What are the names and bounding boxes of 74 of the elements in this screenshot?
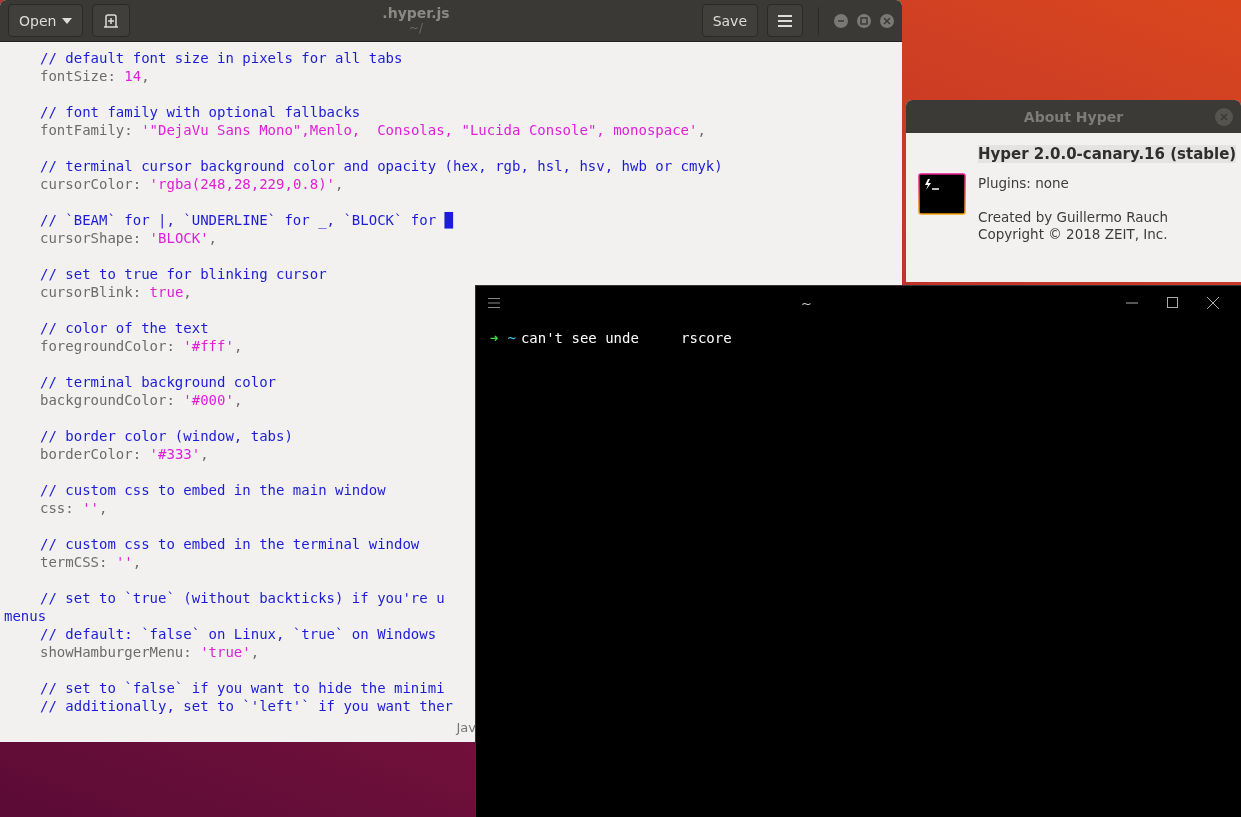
setting-value: '' [82,500,99,516]
setting-key: borderColor: [40,446,142,462]
terminal-app-icon [918,173,966,215]
terminal-command: can't see unde rscore [520,330,732,346]
setting-key: foregroundColor: [40,338,175,354]
code-comment: // set to `true` (without backticks) if you're u [40,590,445,606]
prompt-directory: ~ [507,330,516,346]
menu-button[interactable] [767,4,803,37]
language-label[interactable]: Jav [456,720,476,742]
code-punctuation: , [335,176,344,192]
window-title: .hyper.js [382,5,450,21]
setting-value: '#fff' [183,338,234,354]
code-comment: // font family with optional fallbacks [40,104,361,120]
setting-key: cursorColor: [40,176,142,192]
setting-value: '"DejaVu Sans Mono",Menlo, Consolas, "Lucida Console", monospace' [141,122,698,138]
credit-text: Copyright © 2018 ZEIT, Inc. [978,226,1169,243]
code-comment: // color of the text [40,320,209,336]
code-comment: // custom css to embed in the main window [40,482,386,498]
code-punctuation: , [200,446,209,462]
setting-value: '' [115,554,133,570]
setting-value: true [149,284,184,300]
setting-value: '#333' [149,446,201,462]
setting-key: fontSize: [40,68,116,84]
setting-value: 14 [124,68,142,84]
setting-key: cursorBlink: [40,284,142,300]
setting-value: 'BLOCK' [149,230,209,246]
code-comment: // default font size in pixels for all tabs [40,50,403,66]
code-comment: // `BEAM` for |, `UNDERLINE` for _, `BLOCK` for █ [40,212,453,228]
code-punctuation: , [132,554,142,570]
code-punctuation: , [233,338,243,354]
close-button[interactable] [880,13,894,28]
setting-value: 'true' [200,644,251,660]
code-punctuation: , [208,230,218,246]
code-comment: // border color (window, tabs) [40,428,293,444]
new-document-button[interactable] [92,4,131,37]
setting-key: showHamburgerMenu: [40,644,192,660]
app-version-heading: Hyper 2.0.0-canary.16 (stable) [978,145,1237,163]
dialog-title: About Hyper [1023,108,1124,125]
caret-icon [62,17,73,24]
maximize-button[interactable] [857,13,871,28]
setting-value: 'rgba(248,28,229,0.8)' [149,176,336,192]
code-punctuation: , [99,500,108,516]
code-punctuation: , [183,284,192,300]
code-punctuation: , [141,68,150,84]
save-button[interactable]: Save [701,4,758,37]
setting-key: css: [40,500,74,516]
code-comment: // terminal background color [40,374,276,390]
code-comment: // set to `false` if you want to hide the minimi [40,680,445,696]
code-comment: // terminal cursor background color and opacity (hex, rgb, hsl, hsv, hwb or cmyk) [40,158,723,174]
code-comment: // default: `false` on Linux, `true` on Windows [40,626,437,642]
setting-key: backgroundColor: [40,392,175,408]
setting-value: '#000' [183,392,234,408]
code-comment: menus [4,608,47,624]
code-comment: // additionally, set to `'left'` if you want ther [40,698,453,714]
code-punctuation: , [233,392,243,408]
terminal-title: ~ [800,295,813,311]
code-comment: // custom css to embed in the terminal window [40,536,420,552]
document-plus-icon [103,12,120,29]
setting-key: fontFamily: [40,122,133,138]
open-button[interactable]: Open [8,4,84,37]
code-punctuation: , [250,644,260,660]
minimize-button[interactable] [834,13,848,28]
window-subtitle: ~/ [408,20,424,36]
code-comment: // set to true for blinking cursor [40,266,327,282]
credit-text: Created by Guillermo Rauch [978,209,1170,226]
menu-icon [778,14,792,27]
code-punctuation: , [697,122,706,138]
close-icon [883,16,891,25]
setting-key: cursorShape: [40,230,142,246]
setting-key: termCSS: [40,554,108,570]
square-icon [860,16,868,25]
menu-icon[interactable] [488,298,500,308]
plugins-text: Plugins: none [978,175,1070,192]
prompt-arrow: ➜ [490,330,499,346]
